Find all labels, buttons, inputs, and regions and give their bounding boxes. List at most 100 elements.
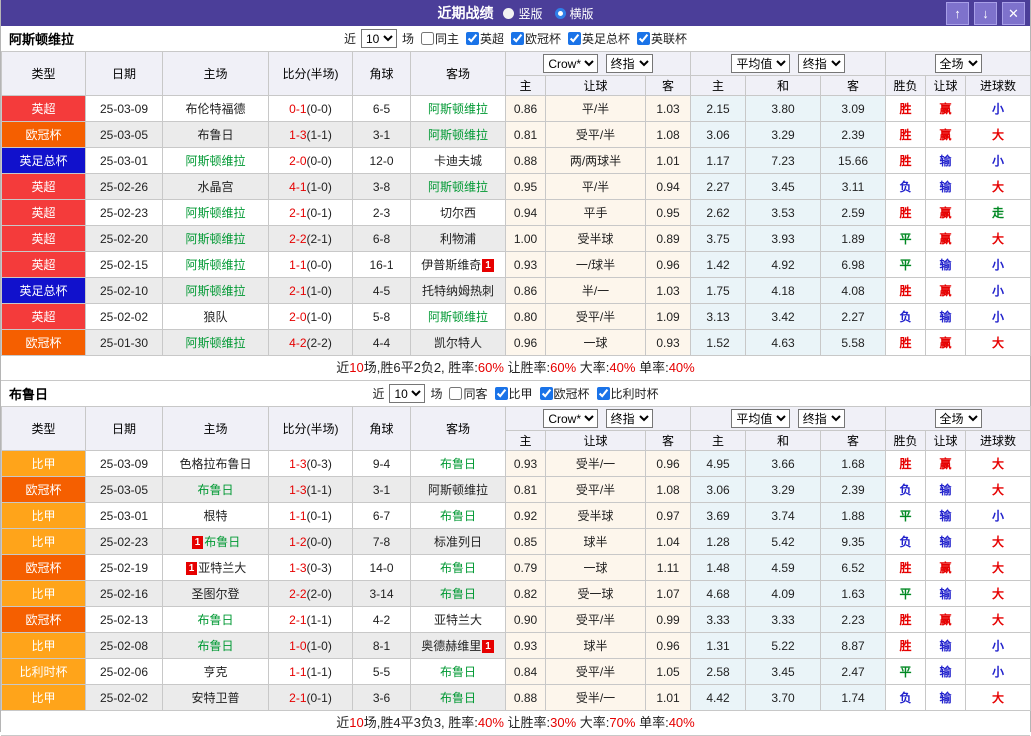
halftime-score: (0-1) [307,206,332,220]
radio-horizontal-icon[interactable] [555,8,566,19]
home-team-cell: 阿斯顿维拉 [163,330,269,356]
avg-home-cell: 3.06 [691,122,746,148]
league-checkbox[interactable] [637,32,650,45]
fulltime-score: 1-1 [289,509,306,523]
goals-result-cell: 大 [966,330,1031,356]
league-checkbox[interactable] [597,387,610,400]
corner-cell: 3-8 [353,174,411,200]
avg-stage-select[interactable]: 终指 [798,409,845,428]
match-count-select[interactable]: 10 [361,29,397,48]
corner-cell: 4-5 [353,278,411,304]
odds-away-cell: 1.09 [646,304,691,330]
avg-home-cell: 1.31 [691,633,746,659]
same-venue-filter[interactable]: 同客 [445,385,487,402]
date-cell: 25-02-02 [86,304,163,330]
odds-group-header: Crow* 终指 [506,52,691,76]
corner-cell: 3-1 [353,477,411,503]
league-filter-0-2[interactable]: 英足总杯 [564,30,630,47]
date-cell: 25-03-05 [86,122,163,148]
col-avg-away: 客 [821,431,886,451]
corner-cell: 4-4 [353,330,411,356]
summary-text: 10 [349,715,363,730]
league-checkbox[interactable] [568,32,581,45]
goals-result-cell: 小 [966,278,1031,304]
date-cell: 25-02-02 [86,685,163,711]
away-team-cell: 阿斯顿维拉 [411,304,506,330]
avg-away-cell: 2.27 [821,304,886,330]
league-filter-1-2[interactable]: 比利时杯 [593,385,659,402]
goals-result-cell: 小 [966,659,1031,685]
scope-select[interactable]: 全场 [935,54,982,73]
window-buttons: ↑ ↓ ✕ [946,2,1025,25]
avg-away-cell: 4.08 [821,278,886,304]
league-checkbox[interactable] [511,32,524,45]
handicap-cell: 受平/半 [546,607,646,633]
goals-result-cell: 大 [966,581,1031,607]
odds-away-cell: 0.96 [646,633,691,659]
col-home: 主场 [163,407,269,451]
scope-select[interactable]: 全场 [935,409,982,428]
fulltime-score: 1-3 [289,457,306,471]
score-cell: 2-1(0-1) [269,200,353,226]
same-venue-checkbox[interactable] [421,32,434,45]
league-checkbox[interactable] [495,387,508,400]
layout-option-horizontal[interactable]: 横版 [555,5,594,22]
odds-stage-select[interactable]: 终指 [606,54,653,73]
home-team-cell: 布鲁日 [163,122,269,148]
league-filter-0-1[interactable]: 欧冠杯 [507,30,561,47]
odds-stage-select[interactable]: 终指 [606,409,653,428]
avg-source-select[interactable]: 平均值 [731,409,790,428]
halftime-score: (1-0) [307,639,332,653]
summary-text: 40% [669,715,695,730]
handicap-result-cell: 赢 [926,607,966,633]
layout-option-vertical[interactable]: 竖版 [503,5,542,22]
col-result: 胜负 [886,76,926,96]
team-name-text: 阿斯顿维拉 [428,102,488,116]
league-filter-0-3[interactable]: 英联杯 [633,30,687,47]
league-checkbox[interactable] [540,387,553,400]
odds-home-cell: 0.85 [506,529,546,555]
summary-text: 30% [550,715,576,730]
move-up-button[interactable]: ↑ [946,2,969,25]
score-cell: 2-0(0-0) [269,148,353,174]
league-checkbox[interactable] [466,32,479,45]
league-filter-1-1[interactable]: 欧冠杯 [536,385,590,402]
avg-source-select[interactable]: 平均值 [731,54,790,73]
league-filter-0-0[interactable]: 英超 [462,30,504,47]
result-cell: 胜 [886,451,926,477]
section-header: 布鲁日 近 10 场 同客 比甲 欧冠杯 比利时杯 [1,381,1030,406]
move-down-button[interactable]: ↓ [974,2,997,25]
score-cell: 1-2(0-0) [269,529,353,555]
goals-result-cell: 小 [966,96,1031,122]
odds-source-select[interactable]: Crow* [543,409,598,428]
halftime-score: (1-0) [307,284,332,298]
avg-draw-cell: 3.53 [746,200,821,226]
same-venue-checkbox[interactable] [449,387,462,400]
odds-home-cell: 0.81 [506,122,546,148]
league-type-badge: 英足总杯 [2,148,86,174]
odds-group-header: Crow* 终指 [506,407,691,431]
summary-text: 40% [669,360,695,375]
goals-result-cell: 大 [966,685,1031,711]
avg-home-cell: 2.27 [691,174,746,200]
close-button[interactable]: ✕ [1002,2,1025,25]
league-filter-1-0[interactable]: 比甲 [491,385,533,402]
match-count-select[interactable]: 10 [389,384,425,403]
handicap-cell: 受半球 [546,226,646,252]
col-score: 比分(半场) [269,52,353,96]
col-result: 胜负 [886,431,926,451]
odds-source-select[interactable]: Crow* [543,54,598,73]
home-team-cell: 阿斯顿维拉 [163,252,269,278]
radio-vertical-icon[interactable] [503,8,514,19]
same-venue-filter[interactable]: 同主 [417,30,459,47]
avg-draw-cell: 3.29 [746,477,821,503]
team-name-text: 布鲁日 [440,561,476,575]
handicap-result-cell: 赢 [926,122,966,148]
score-cell: 2-1(1-0) [269,278,353,304]
home-team-cell: 水晶宫 [163,174,269,200]
col-handicap-result: 让球 [926,431,966,451]
goals-result-cell: 走 [966,200,1031,226]
avg-stage-select[interactable]: 终指 [798,54,845,73]
home-team-cell: 色格拉布鲁日 [163,451,269,477]
fulltime-score: 1-1 [289,258,306,272]
